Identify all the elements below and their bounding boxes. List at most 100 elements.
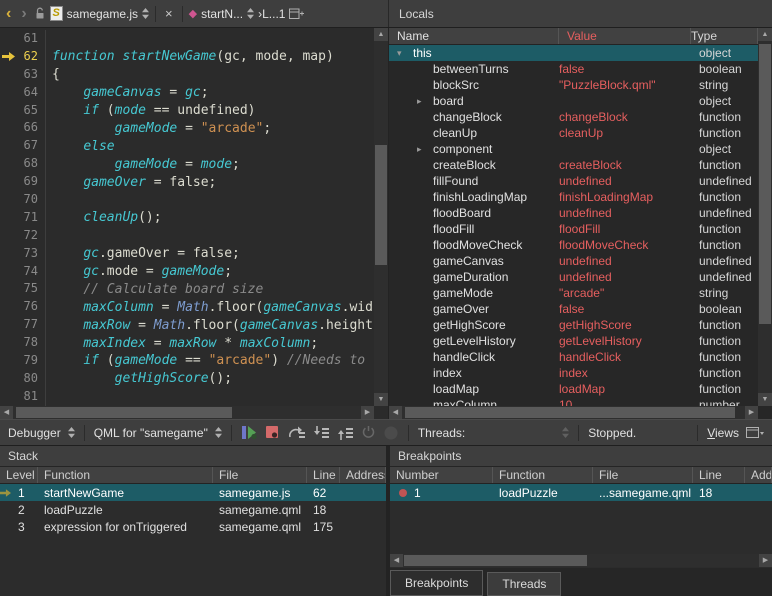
locals-row[interactable]: handleClickhandleClickfunction: [389, 349, 758, 365]
scroll-up-button[interactable]: ▲: [374, 28, 388, 41]
step-into-button[interactable]: [313, 426, 330, 440]
locals-row[interactable]: gameCanvasundefinedundefined: [389, 253, 758, 269]
step-out-button[interactable]: [337, 426, 354, 440]
code-content[interactable]: // Calculate board size: [46, 282, 263, 297]
scroll-right-button[interactable]: ▶: [759, 554, 772, 567]
code-editor[interactable]: 6162function startNewGame(gc, mode, map)…: [0, 28, 388, 419]
column-header-file[interactable]: File: [593, 467, 693, 483]
code-line[interactable]: 77 maxRow = Math.floor(gameCanvas.height: [0, 316, 374, 334]
breakpoints-list[interactable]: 1loadPuzzle...samegame.qml18: [390, 484, 772, 501]
code-content[interactable]: gc.gameOver = false;: [46, 246, 240, 261]
stack-list[interactable]: 1startNewGamesamegame.js622loadPuzzlesam…: [0, 484, 386, 535]
file-dropdown-arrows-icon[interactable]: [142, 8, 149, 19]
code-line[interactable]: 74 gc.mode = gameMode;: [0, 263, 374, 281]
locals-row[interactable]: getHighScoregetHighScorefunction: [389, 317, 758, 333]
code-line[interactable]: 81: [0, 388, 374, 406]
line-number[interactable]: 74: [16, 263, 46, 281]
code-content[interactable]: gameMode = "arcade";: [46, 121, 271, 136]
code-content[interactable]: maxColumn = Math.floor(gameCanvas.wid: [46, 300, 373, 315]
scroll-left-button[interactable]: ◀: [390, 554, 403, 567]
line-number[interactable]: 68: [16, 155, 46, 173]
code-line[interactable]: 72: [0, 227, 374, 245]
code-line[interactable]: 62function startNewGame(gc, mode, map): [0, 48, 374, 66]
tab-threads[interactable]: Threads: [487, 572, 561, 596]
locals-row[interactable]: gameOverfalseboolean: [389, 301, 758, 317]
code-line[interactable]: 73 gc.gameOver = false;: [0, 245, 374, 263]
line-number[interactable]: 66: [16, 119, 46, 137]
scrollbar-thumb[interactable]: [375, 145, 387, 265]
code-line[interactable]: 67 else: [0, 137, 374, 155]
locals-row[interactable]: gameMode"arcade"string: [389, 285, 758, 301]
locals-row[interactable]: ▾thisobject: [389, 45, 758, 61]
code-content[interactable]: else: [46, 139, 115, 154]
locals-row[interactable]: cleanUpcleanUpfunction: [389, 125, 758, 141]
code-line[interactable]: 70: [0, 191, 374, 209]
close-document-button[interactable]: ×: [162, 6, 176, 21]
forward-button[interactable]: ›: [18, 6, 29, 22]
scrollbar-thumb[interactable]: [405, 407, 735, 418]
locals-tree[interactable]: ▾thisobjectbetweenTurnsfalsebooleanblock…: [389, 45, 758, 406]
locals-row[interactable]: blockSrc"PuzzleBlock.qml"string: [389, 77, 758, 93]
debugger-perspective-selector[interactable]: Debugger: [8, 426, 61, 440]
line-number[interactable]: 71: [16, 209, 46, 227]
line-number[interactable]: 77: [16, 316, 46, 334]
target-dropdown-arrows-icon[interactable]: [215, 427, 222, 438]
column-header-function[interactable]: Function: [493, 467, 593, 483]
code-content[interactable]: gameCanvas = gc;: [46, 85, 209, 100]
code-line[interactable]: 66 gameMode = "arcade";: [0, 119, 374, 137]
expander-icon[interactable]: ▾: [397, 48, 413, 59]
back-button[interactable]: ‹: [3, 6, 14, 22]
line-number[interactable]: 80: [16, 370, 46, 388]
code-content[interactable]: gameMode = mode;: [46, 157, 240, 172]
column-header-level[interactable]: Level: [0, 467, 38, 483]
line-number[interactable]: 75: [16, 280, 46, 298]
continue-button[interactable]: [241, 425, 258, 440]
code-line[interactable]: 80 getHighScore();: [0, 370, 374, 388]
locals-row[interactable]: floodBoardundefinedundefined: [389, 205, 758, 221]
locals-row[interactable]: gameDurationundefinedundefined: [389, 269, 758, 285]
column-header-addre[interactable]: Addre: [745, 467, 772, 483]
line-number[interactable]: 78: [16, 334, 46, 352]
symbol-selector[interactable]: startN...: [201, 7, 243, 21]
expander-icon[interactable]: ▸: [417, 144, 433, 155]
scroll-up-button[interactable]: ▲: [758, 28, 772, 41]
split-editor-icon[interactable]: [289, 8, 304, 20]
record-log-button[interactable]: [383, 425, 399, 441]
line-number[interactable]: 76: [16, 298, 46, 316]
lock-icon[interactable]: [34, 7, 46, 20]
locals-row[interactable]: loadMaploadMapfunction: [389, 381, 758, 397]
step-over-button[interactable]: [287, 426, 306, 440]
code-content[interactable]: gc.mode = gameMode;: [46, 264, 232, 279]
column-header-line[interactable]: Line: [307, 467, 340, 483]
scroll-left-button[interactable]: ◀: [0, 406, 13, 419]
line-number[interactable]: 79: [16, 352, 46, 370]
views-menu-button[interactable]: Views: [707, 426, 739, 440]
code-line[interactable]: 64 gameCanvas = gc;: [0, 84, 374, 102]
code-line[interactable]: 69 gameOver = false;: [0, 173, 374, 191]
code-content[interactable]: getHighScore();: [46, 371, 232, 386]
locals-horizontal-scrollbar[interactable]: ◀ ▶: [389, 406, 758, 419]
locals-row[interactable]: maxColumn10number: [389, 397, 758, 406]
line-number[interactable]: 61: [16, 30, 46, 48]
line-number[interactable]: 64: [16, 84, 46, 102]
expander-icon[interactable]: ▸: [417, 96, 433, 107]
code-line[interactable]: 71 cleanUp();: [0, 209, 374, 227]
locals-row[interactable]: changeBlockchangeBlockfunction: [389, 109, 758, 125]
code-line[interactable]: 79 if (gameMode == "arcade") //Needs to: [0, 352, 374, 370]
code-line[interactable]: 78 maxIndex = maxRow * maxColumn;: [0, 334, 374, 352]
line-number[interactable]: 69: [16, 173, 46, 191]
locals-row[interactable]: getLevelHistorygetLevelHistoryfunction: [389, 333, 758, 349]
scrollbar-thumb[interactable]: [759, 44, 771, 324]
column-header-file[interactable]: File: [213, 467, 307, 483]
locals-row[interactable]: finishLoadingMapfinishLoadingMapfunction: [389, 189, 758, 205]
breakpoints-column-header[interactable]: NumberFunctionFileLineAddre: [390, 467, 772, 484]
line-indicator[interactable]: ›L...1: [258, 7, 285, 21]
scroll-down-button[interactable]: ▼: [758, 393, 772, 406]
restart-button[interactable]: [361, 425, 376, 440]
column-header-line[interactable]: Line: [693, 467, 745, 483]
line-number[interactable]: 62: [16, 48, 46, 66]
views-window-icon[interactable]: [746, 427, 764, 439]
stack-row[interactable]: 2loadPuzzlesamegame.qml18: [0, 501, 386, 518]
tab-breakpoints[interactable]: Breakpoints: [390, 570, 483, 596]
line-number[interactable]: 73: [16, 245, 46, 263]
